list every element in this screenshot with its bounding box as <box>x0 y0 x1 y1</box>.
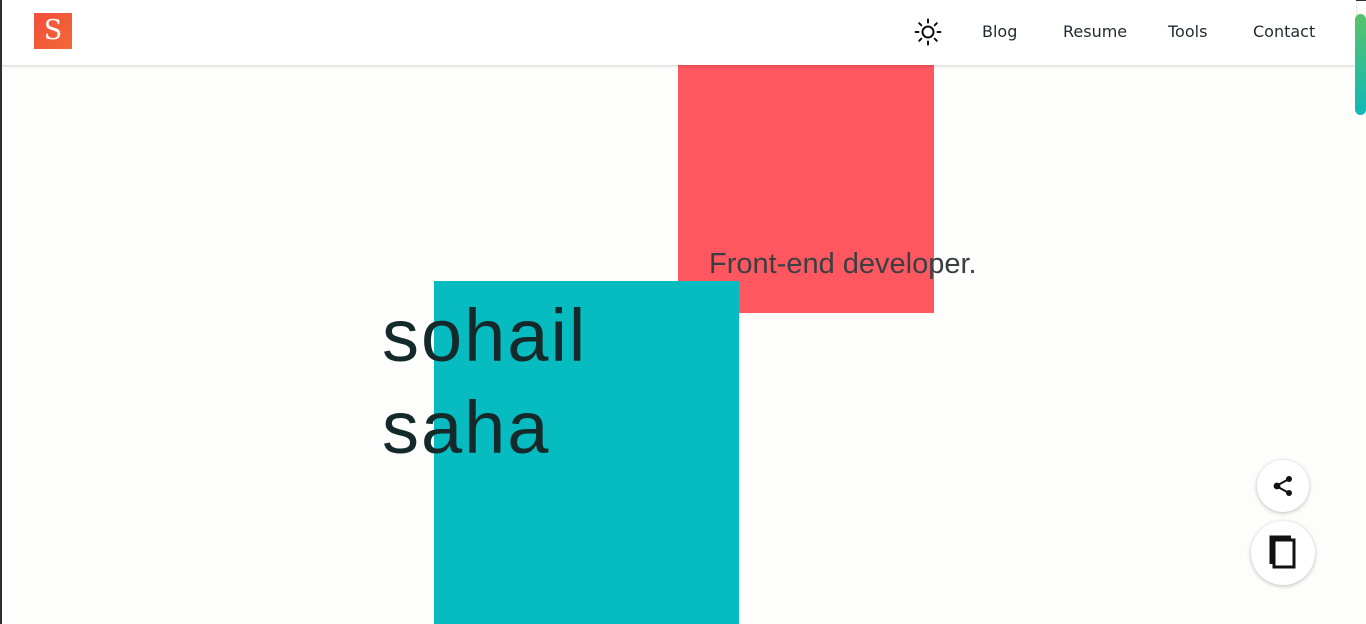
nav-link-blog[interactable]: Blog <box>982 22 1017 41</box>
nav-link-tools[interactable]: Tools <box>1168 22 1207 41</box>
sun-icon <box>914 18 942 46</box>
hero-tagline: Front-end developer. <box>709 248 977 280</box>
nav-link-contact[interactable]: Contact <box>1253 22 1315 41</box>
book-button[interactable] <box>1251 521 1315 585</box>
site-logo[interactable]: S <box>34 13 72 49</box>
book-icon <box>1269 535 1296 569</box>
navbar: S Blog Resume Tools Contact <box>2 0 1356 65</box>
hero-name: sohail saha <box>382 290 587 474</box>
share-button[interactable] <box>1257 460 1309 512</box>
scroll-progress-indicator[interactable] <box>1355 14 1366 115</box>
hero-name-last: saha <box>382 386 551 469</box>
page: Front-end developer. sohail saha S Blog … <box>0 0 1366 624</box>
share-icon <box>1273 476 1292 496</box>
nav-link-resume[interactable]: Resume <box>1063 22 1127 41</box>
theme-toggle-button[interactable] <box>914 18 942 46</box>
hero-name-first: sohail <box>382 294 588 377</box>
